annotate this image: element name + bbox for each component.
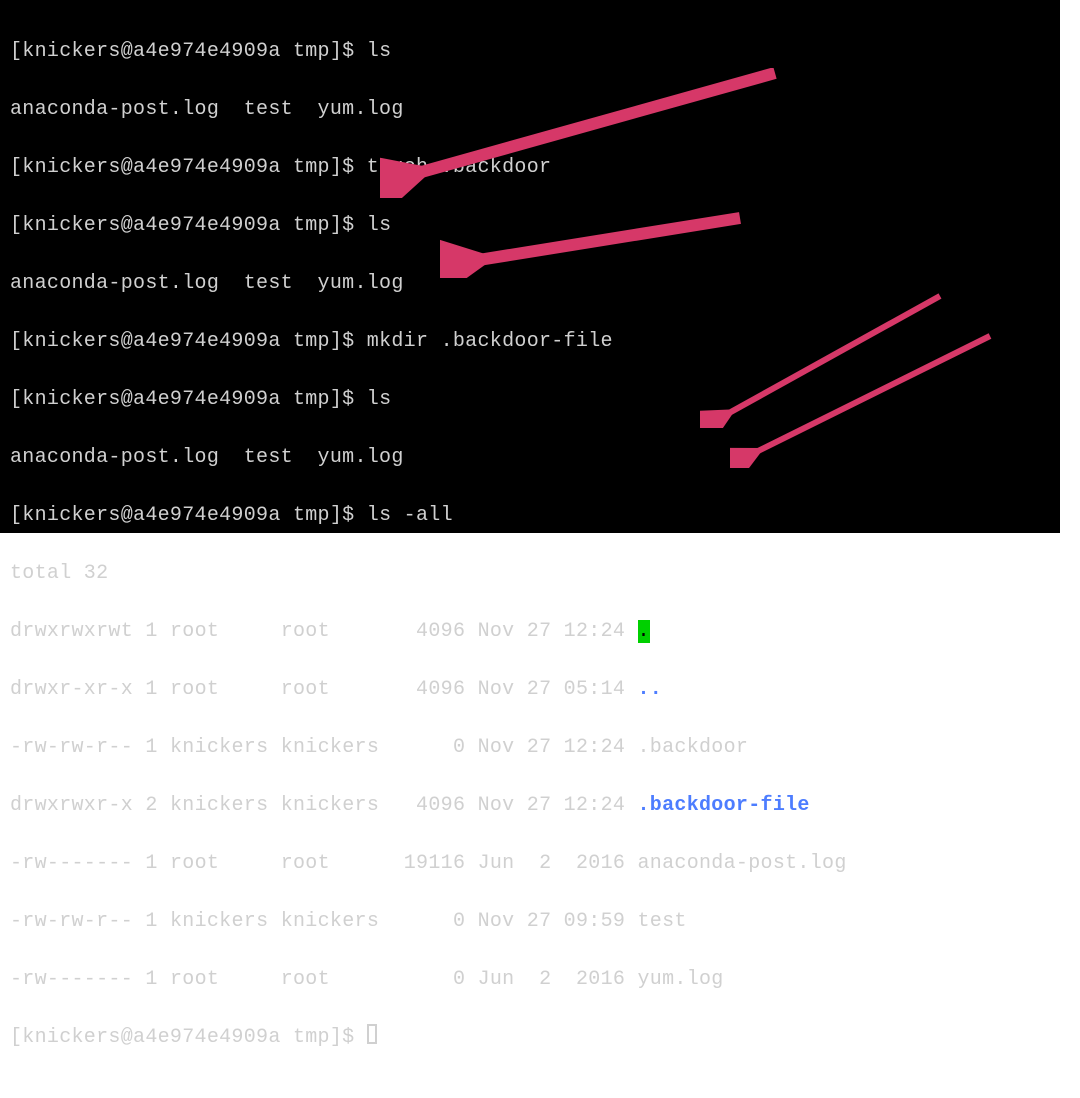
output-line: total 32 bbox=[10, 559, 1050, 588]
prompt-line: [knickers@a4e974e4909a tmp]$ touch .back… bbox=[10, 153, 1050, 182]
file-backdoor: .backdoor bbox=[638, 736, 749, 759]
prompt-line: [knickers@a4e974e4909a tmp]$ bbox=[10, 1023, 1050, 1052]
list-item: -rw-rw-r-- 1 knickers knickers 0 Nov 27 … bbox=[10, 907, 1050, 936]
dir-backdoor-file: .backdoor-file bbox=[638, 794, 810, 817]
prompt-line: [knickers@a4e974e4909a tmp]$ mkdir .back… bbox=[10, 327, 1050, 356]
prompt-line: [knickers@a4e974e4909a tmp]$ ls bbox=[10, 385, 1050, 414]
file-anaconda: anaconda-post.log bbox=[638, 852, 847, 875]
dir-parent: .. bbox=[638, 678, 663, 701]
prompt-line: [knickers@a4e974e4909a tmp]$ ls bbox=[10, 211, 1050, 240]
list-item: -rw-rw-r-- 1 knickers knickers 0 Nov 27 … bbox=[10, 733, 1050, 762]
list-item: -rw------- 1 root root 19116 Jun 2 2016 … bbox=[10, 849, 1050, 878]
output-line: anaconda-post.log test yum.log bbox=[10, 443, 1050, 472]
file-test: test bbox=[638, 910, 687, 933]
terminal[interactable]: [knickers@a4e974e4909a tmp]$ ls anaconda… bbox=[0, 0, 1060, 533]
file-yumlog: yum.log bbox=[638, 968, 724, 991]
cursor-icon bbox=[367, 1024, 377, 1044]
list-item: drwxrwxr-x 2 knickers knickers 4096 Nov … bbox=[10, 791, 1050, 820]
list-item: -rw------- 1 root root 0 Jun 2 2016 yum.… bbox=[10, 965, 1050, 994]
prompt-line: [knickers@a4e974e4909a tmp]$ ls bbox=[10, 37, 1050, 66]
list-item: drwxr-xr-x 1 root root 4096 Nov 27 05:14… bbox=[10, 675, 1050, 704]
output-line: anaconda-post.log test yum.log bbox=[10, 95, 1050, 124]
prompt-line: [knickers@a4e974e4909a tmp]$ ls -all bbox=[10, 501, 1050, 530]
list-item: drwxrwxrwt 1 root root 4096 Nov 27 12:24… bbox=[10, 617, 1050, 646]
dir-current: . bbox=[638, 620, 650, 643]
output-line: anaconda-post.log test yum.log bbox=[10, 269, 1050, 298]
